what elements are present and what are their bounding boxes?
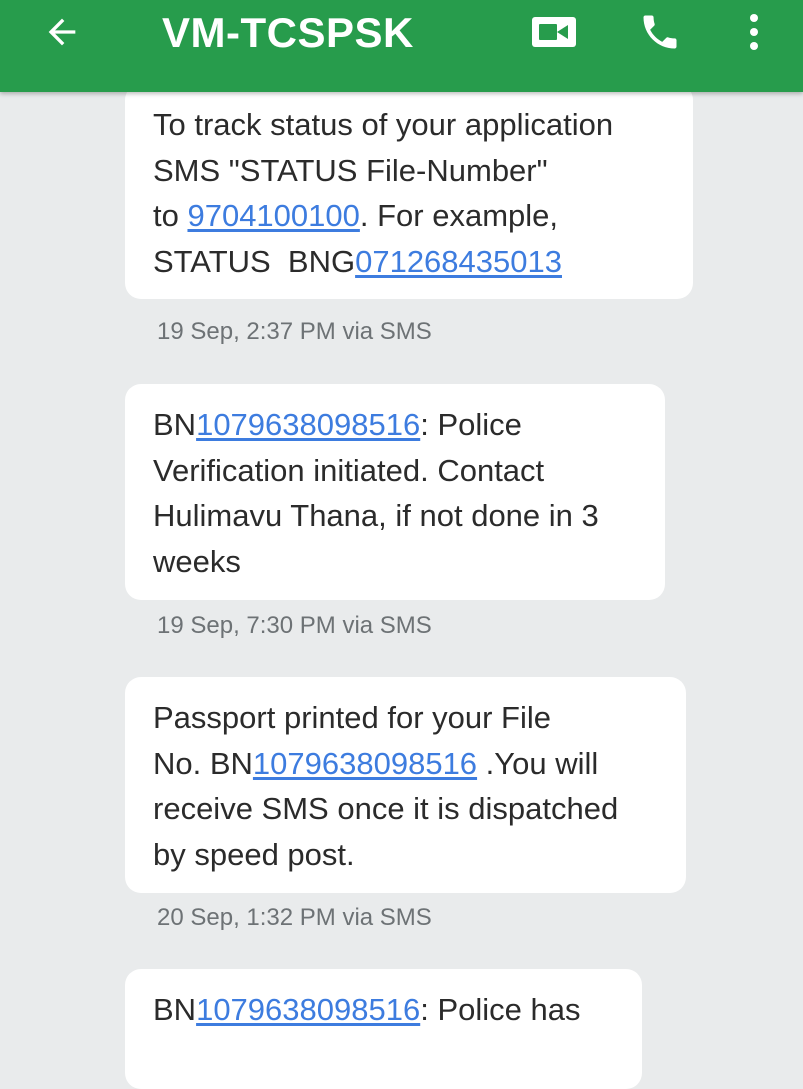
phone-number-link[interactable]: 1079638098516: [196, 992, 420, 1027]
video-call-icon: [532, 17, 576, 47]
message-timestamp: 19 Sep, 2:37 PM via SMS: [157, 318, 432, 345]
message-bubble[interactable]: BN1079638098516: Police has: [125, 969, 642, 1089]
message-bubble[interactable]: Passport printed for your File No. BN1079…: [125, 677, 686, 893]
phone-call-button[interactable]: [628, 0, 692, 64]
message-text-line: to 9704100100. For example,: [153, 198, 559, 233]
video-call-button[interactable]: [522, 0, 586, 64]
conversation-title: VM-TCSPSK: [162, 9, 414, 56]
message-text-line: SMS "STATUS File-Number": [153, 152, 548, 188]
message-text-line: STATUS BNG071268435013: [153, 243, 562, 279]
message-thread[interactable]: To track status of your application SMS "…: [0, 84, 803, 1089]
more-options-button[interactable]: [722, 0, 786, 64]
phone-icon: [643, 15, 677, 49]
more-vert-icon: [750, 14, 758, 50]
message-text-line: Hulimavu Thana, if not done in 3: [153, 498, 599, 533]
message-timestamp: 20 Sep, 1:32 PM via SMS: [157, 904, 432, 931]
phone-number-link[interactable]: 9704100100: [187, 198, 359, 233]
message-text-line: No. BN1079638098516 .You will: [153, 745, 599, 781]
phone-number-link[interactable]: 1079638098516: [196, 407, 420, 442]
phone-number-link[interactable]: 071268435013: [355, 244, 562, 279]
back-button[interactable]: [30, 0, 94, 64]
message-timestamp: 19 Sep, 7:30 PM via SMS: [157, 612, 432, 639]
message-bubble[interactable]: BN1079638098516: Police Verification init…: [125, 384, 665, 600]
back-arrow-icon: [48, 18, 76, 46]
phone-number-link[interactable]: 1079638098516: [253, 746, 477, 781]
message-text-line: by speed post.: [153, 836, 355, 872]
message-text-line: Passport printed for your File: [153, 700, 552, 735]
message-text-line: BN1079638098516: Police: [153, 407, 522, 442]
message-text-line: To track status of your application: [153, 107, 614, 142]
message-text-line: Verification initiated. Contact: [153, 452, 545, 488]
message-text-line: weeks: [153, 543, 241, 579]
message-bubble[interactable]: To track status of your application SMS "…: [125, 84, 693, 299]
app-bar: VM-TCSPSK: [0, 0, 803, 92]
message-text-line: receive SMS once it is dispatched: [153, 791, 619, 826]
message-text-line: BN1079638098516: Police has: [153, 992, 581, 1027]
